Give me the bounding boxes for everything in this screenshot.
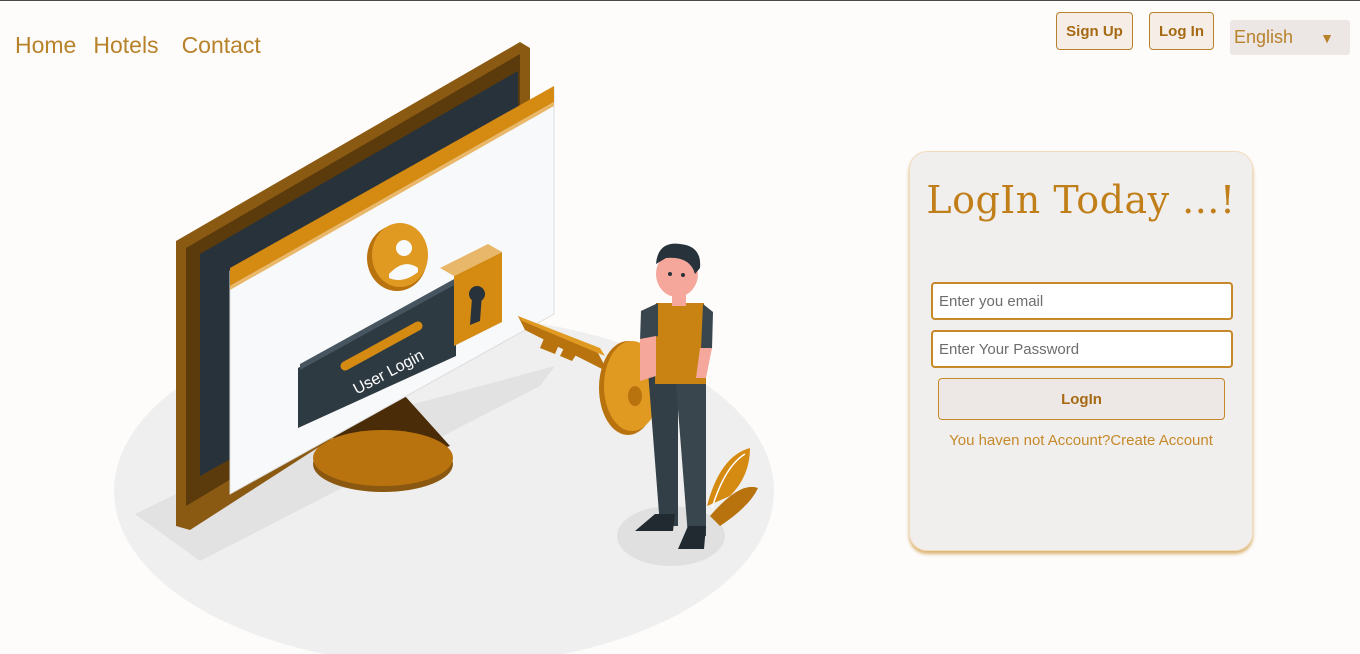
signup-prompt-text: You haven not Account? [949, 432, 1111, 449]
email-input[interactable] [931, 282, 1233, 320]
signup-prompt: You haven not Account?Create Account [910, 432, 1252, 449]
login-title: LogIn Today ...! [926, 178, 1236, 222]
login-illustration: User Login [114, 42, 774, 654]
submit-login-button[interactable]: LogIn [938, 378, 1225, 420]
login-card: LogIn Today ...! LogIn You haven not Acc… [909, 151, 1253, 551]
chevron-down-icon: ▼ [1320, 29, 1334, 46]
nav-home[interactable]: Home [15, 32, 76, 59]
password-input[interactable] [931, 330, 1233, 368]
login-button[interactable]: Log In [1149, 12, 1214, 50]
language-value: English [1234, 27, 1294, 47]
language-select[interactable]: English ▼ [1230, 20, 1350, 55]
create-account-link[interactable]: Create Account [1110, 432, 1213, 449]
signup-button[interactable]: Sign Up [1056, 12, 1133, 50]
